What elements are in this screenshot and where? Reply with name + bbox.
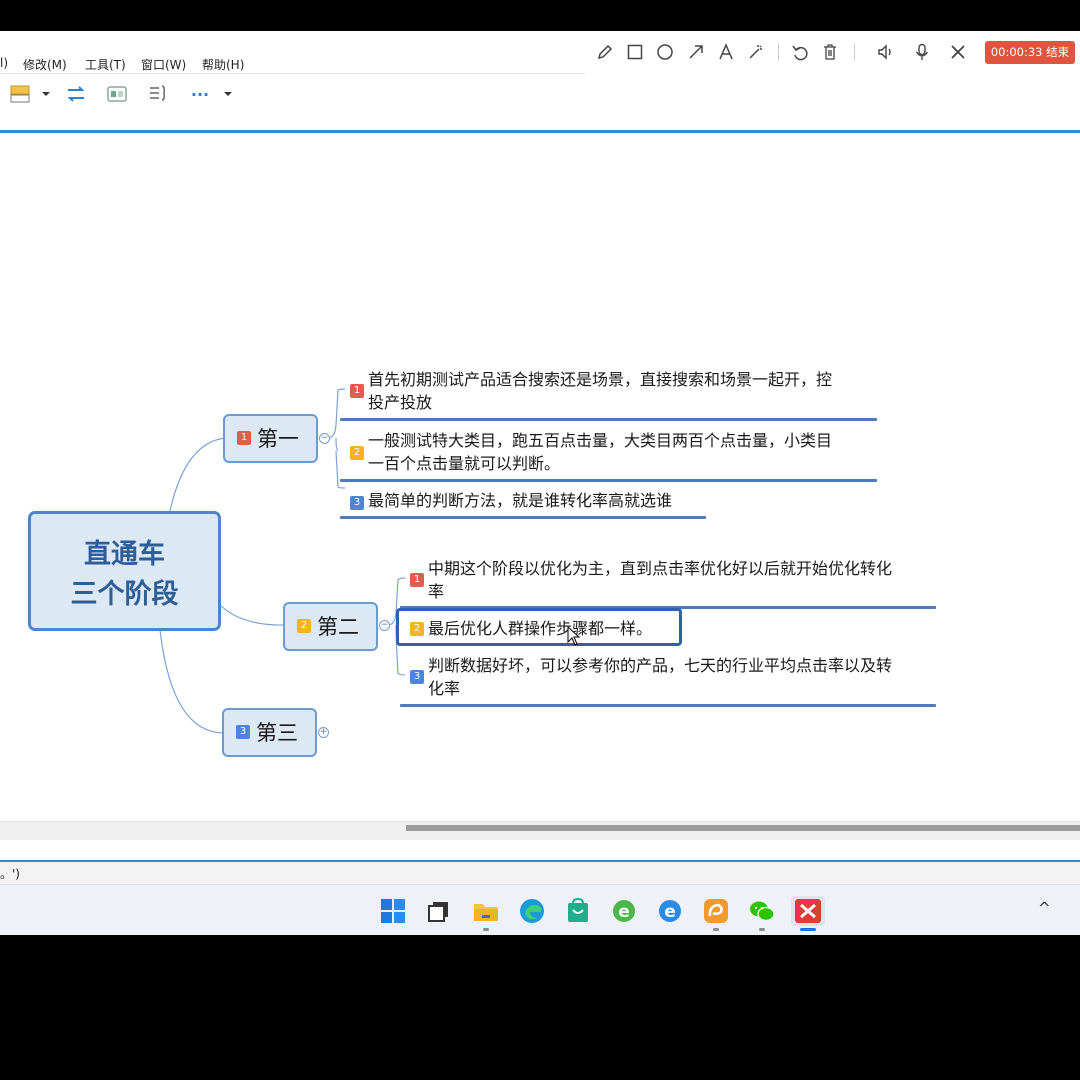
- subtopic-underline: [340, 479, 877, 482]
- chevron-down-icon[interactable]: [36, 82, 56, 106]
- subtopic-underline: [400, 704, 936, 707]
- wechat-icon[interactable]: [747, 896, 777, 926]
- ie-icon[interactable]: e: [609, 896, 639, 926]
- connector-lines: [159, 388, 406, 734]
- app-window: l) 修改(M) 工具(T) 窗口(W) 帮助(H) 00:00:33 结束 ·…: [0, 31, 1080, 935]
- subtopic-text[interactable]: 最简单的判断方法，就是谁转化率高就选谁: [368, 490, 672, 512]
- store-icon[interactable]: [563, 896, 593, 926]
- central-topic[interactable]: 直通车 三个阶段: [28, 511, 221, 631]
- subtopic-text-line2[interactable]: 投产投放: [368, 392, 432, 414]
- rectangle-icon[interactable]: [623, 40, 647, 64]
- expand-toggle-icon[interactable]: +: [318, 727, 329, 738]
- priority-3-icon: 3: [236, 725, 250, 739]
- priority-1-icon: 1: [350, 384, 364, 398]
- subtopic-text-line1[interactable]: 判断数据好坏，可以参考你的产品，七天的行业平均点击率以及转: [428, 655, 892, 677]
- menu-help[interactable]: 帮助(H): [202, 56, 244, 73]
- branch-topic-label: 第一: [257, 427, 299, 451]
- menu-window[interactable]: 窗口(W): [141, 56, 186, 73]
- status-bar: 。'): [0, 862, 1080, 884]
- subtopic-text-line1[interactable]: 首先初期测试产品适合搜索还是场景，直接搜索和场景一起开，控: [368, 369, 832, 391]
- central-topic-line2: 三个阶段: [70, 579, 179, 610]
- bottom-panel: [0, 840, 1080, 860]
- tray-overflow-icon[interactable]: ^: [1038, 899, 1051, 917]
- priority-2-icon: 2: [297, 619, 311, 633]
- branch-topic-label: 第三: [256, 721, 298, 745]
- subtopic-underline: [340, 418, 877, 421]
- pencil-icon[interactable]: [593, 40, 617, 64]
- mouse-cursor-icon: [567, 625, 581, 650]
- priority-2-icon: 2: [350, 446, 364, 460]
- windows-start-icon[interactable]: [378, 896, 408, 926]
- more-icon[interactable]: ···: [188, 82, 212, 106]
- ie-blue-icon[interactable]: e: [655, 896, 685, 926]
- priority-2-icon: 2: [410, 622, 424, 636]
- scrollbar-thumb[interactable]: [406, 825, 1080, 831]
- branch-topic-3[interactable]: 3 第三: [222, 708, 317, 757]
- priority-3-icon: 3: [410, 670, 424, 684]
- central-topic-line1: 直通车: [84, 539, 165, 570]
- relationship-icon[interactable]: [64, 82, 88, 106]
- microphone-icon[interactable]: [910, 40, 934, 64]
- menu-tools[interactable]: 工具(T): [85, 56, 126, 73]
- priority-1-icon: 1: [237, 431, 251, 445]
- collapse-toggle-icon[interactable]: −: [319, 433, 330, 444]
- branch-topic-label: 第二: [317, 615, 359, 639]
- svg-text:e: e: [664, 902, 676, 922]
- subtopic-text-line1[interactable]: 中期这个阶段以优化为主，直到点击率优化好以后就开始优化转化: [428, 558, 892, 580]
- more-dropdown-icon[interactable]: [218, 82, 238, 106]
- summary-icon[interactable]: [146, 82, 170, 106]
- file-explorer-icon[interactable]: [471, 896, 501, 926]
- arrow-icon[interactable]: [684, 40, 708, 64]
- delete-icon[interactable]: [818, 40, 842, 64]
- collapse-toggle-icon[interactable]: −: [379, 620, 390, 631]
- priority-1-icon: 1: [410, 573, 424, 587]
- undo-icon[interactable]: [788, 40, 812, 64]
- subtopic-text-selected[interactable]: 最后优化人群操作步骤都一样。: [428, 618, 652, 640]
- task-view-icon[interactable]: [424, 896, 454, 926]
- text-icon[interactable]: [714, 40, 738, 64]
- edge-icon[interactable]: [517, 896, 547, 926]
- menu-view[interactable]: l): [0, 56, 8, 70]
- recording-timer-button[interactable]: 00:00:33 结束: [985, 41, 1075, 64]
- windows-taskbar: e e ^: [0, 884, 1080, 935]
- subtopic-text-line1[interactable]: 一般测试特大类目，跑五百点击量，大类目两百个点击量，小类目: [368, 430, 832, 452]
- magic-wand-icon[interactable]: [744, 40, 768, 64]
- branch-topic-2[interactable]: 2 第二: [283, 602, 378, 651]
- menu-modify[interactable]: 修改(M): [23, 56, 67, 73]
- uc-browser-icon[interactable]: [701, 896, 731, 926]
- subtopic-text-line2[interactable]: 化率: [428, 678, 460, 700]
- subtopic-text-line2[interactable]: 率: [428, 581, 444, 603]
- status-text: 。'): [0, 867, 20, 881]
- boundary-icon[interactable]: [105, 82, 129, 106]
- subtopic-text-line2[interactable]: 一百个点击量就可以判断。: [368, 453, 560, 475]
- branch-topic-1[interactable]: 1 第一: [223, 414, 318, 463]
- layout-icon[interactable]: [8, 82, 32, 106]
- subtopic-underline: [340, 516, 706, 519]
- close-icon[interactable]: [946, 40, 970, 64]
- svg-text:e: e: [618, 902, 630, 922]
- xmind-icon[interactable]: [791, 896, 825, 926]
- mindmap-canvas[interactable]: 直通车 三个阶段 1 第一 − 1 首先初期测试产品适合搜索还是场景，直接搜索和…: [0, 133, 1080, 821]
- circle-icon[interactable]: [653, 40, 677, 64]
- priority-3-icon: 3: [350, 496, 364, 510]
- menu-bar: l) 修改(M) 工具(T) 窗口(W) 帮助(H): [0, 53, 585, 74]
- speaker-icon[interactable]: [874, 40, 898, 64]
